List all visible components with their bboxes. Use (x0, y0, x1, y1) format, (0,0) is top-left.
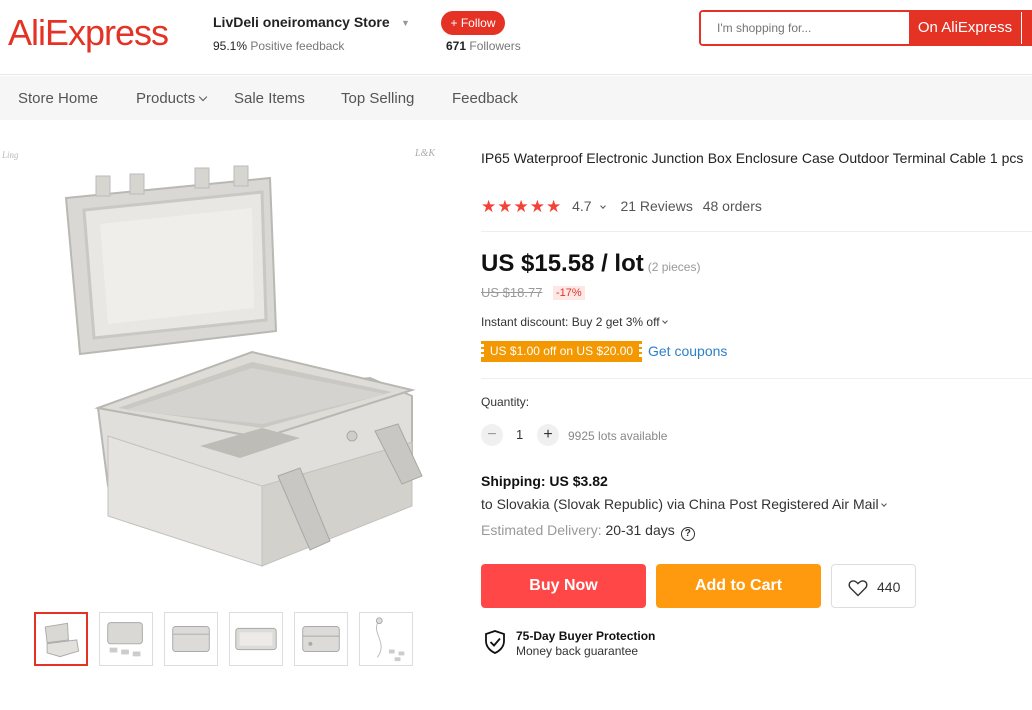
estimated-delivery: Estimated Delivery: 20-31 days? (481, 522, 695, 541)
shipping-destination[interactable]: to Slovakia (Slovak Republic) via China … (481, 496, 887, 512)
delivery-value: 20-31 days (605, 522, 675, 538)
chevron-down-icon (661, 318, 668, 324)
add-to-cart-button[interactable]: Add to Cart (656, 564, 821, 608)
store-feedback: 95.1% Positive feedback (213, 39, 344, 53)
search-input[interactable] (701, 12, 909, 44)
watermark-right: L&K (415, 148, 436, 159)
price: US $15.58 / lot (2 pieces) (481, 250, 700, 278)
nav-top-selling[interactable]: Top Selling (341, 90, 414, 107)
chevron-down-icon (880, 501, 887, 507)
store-nav: Store Home Products Sale Items Top Selli… (0, 76, 1032, 120)
price-pieces: (2 pieces) (647, 260, 701, 274)
followers-number: 671 (446, 39, 467, 53)
nav-products[interactable]: Products (136, 90, 208, 107)
watermark-left: Ling (2, 150, 19, 160)
product-main-image[interactable] (0, 146, 448, 586)
product-title: IP65 Waterproof Electronic Junction Box … (481, 150, 1024, 166)
get-coupons-link[interactable]: Get coupons (648, 343, 727, 359)
available-stock: 9925 lots available (568, 429, 668, 443)
nav-feedback[interactable]: Feedback (452, 90, 518, 107)
shipping-cost: Shipping: US $3.82 (481, 473, 608, 489)
instant-discount-label: Instant discount: Buy 2 get 3% off (481, 315, 660, 329)
buyer-protection-title: 75-Day Buyer Protection (516, 629, 656, 643)
thumbnail-4[interactable] (229, 612, 283, 666)
thumbnail-6[interactable] (359, 612, 413, 666)
quantity-label: Quantity: (481, 395, 530, 409)
product-thumbnail-image (375, 617, 405, 662)
original-price: US $18.77 (481, 285, 543, 300)
discount-badge: -17% (553, 286, 585, 300)
divider (481, 378, 1032, 379)
rating-number: 4.7 (572, 198, 592, 214)
heart-icon (848, 580, 868, 597)
thumbnail-3[interactable] (164, 612, 218, 666)
chevron-down-icon (198, 92, 208, 102)
divider (481, 231, 1032, 232)
search-button-secondary[interactable] (1022, 12, 1032, 44)
wishlist-count: 440 (877, 579, 901, 595)
thumbnail-5[interactable] (294, 612, 348, 666)
store-dropdown-icon[interactable]: ▼ (401, 18, 410, 28)
search-bar: On AliExpress (699, 10, 1032, 46)
reviews-link[interactable]: 21 Reviews (620, 198, 692, 214)
wishlist-button[interactable]: 440 (831, 564, 916, 608)
nav-store-home[interactable]: Store Home (18, 90, 98, 107)
instant-discount[interactable]: Instant discount: Buy 2 get 3% off (481, 315, 668, 329)
price-value: US $15.58 / lot (481, 250, 644, 277)
search-button[interactable]: On AliExpress (909, 12, 1021, 44)
quantity-increase-button[interactable]: + (537, 424, 559, 446)
product-thumbnail-image (235, 627, 277, 651)
orders-count: 48 orders (702, 198, 762, 214)
rating-row: ★★★★★ 4.7 21 Reviews 48 orders (481, 197, 768, 217)
product-thumbnail-image (302, 626, 340, 652)
thumbnail-1[interactable] (34, 612, 88, 666)
rating-stars-icon: ★★★★★ (481, 197, 563, 216)
coupon-tag[interactable]: US $1.00 off on US $20.00 (479, 341, 644, 362)
product-thumbnail-image (172, 626, 210, 652)
nav-products-label: Products (136, 90, 196, 107)
quantity-decrease-button[interactable]: − (481, 424, 503, 446)
chevron-down-icon (599, 203, 606, 209)
help-icon[interactable]: ? (680, 527, 695, 541)
quantity-value[interactable]: 1 (516, 427, 523, 442)
followers-count: 671 Followers (446, 39, 521, 53)
shipping-destination-label: to Slovakia (Slovak Republic) via China … (481, 496, 879, 512)
store-name[interactable]: LivDeli oneiromancy Store (213, 14, 390, 30)
feedback-label: Positive feedback (250, 39, 345, 53)
follow-button[interactable]: + Follow (441, 11, 505, 35)
delivery-label: Estimated Delivery: (481, 522, 602, 538)
followers-label: Followers (469, 39, 521, 53)
product-thumbnail-image (107, 622, 143, 657)
shield-icon (485, 630, 505, 654)
aliexpress-logo[interactable]: AliExpress (8, 12, 169, 54)
buyer-protection-subtitle: Money back guarantee (516, 644, 639, 658)
thumbnail-2[interactable] (99, 612, 153, 666)
nav-sale-items[interactable]: Sale Items (234, 90, 305, 107)
buy-now-button[interactable]: Buy Now (481, 564, 646, 608)
feedback-percent: 95.1% (213, 39, 248, 53)
product-thumbnail-image (44, 622, 80, 658)
rating-value[interactable]: 4.7 (572, 198, 610, 214)
site-header: AliExpress LivDeli oneiromancy Store ▼ 9… (0, 0, 1032, 75)
